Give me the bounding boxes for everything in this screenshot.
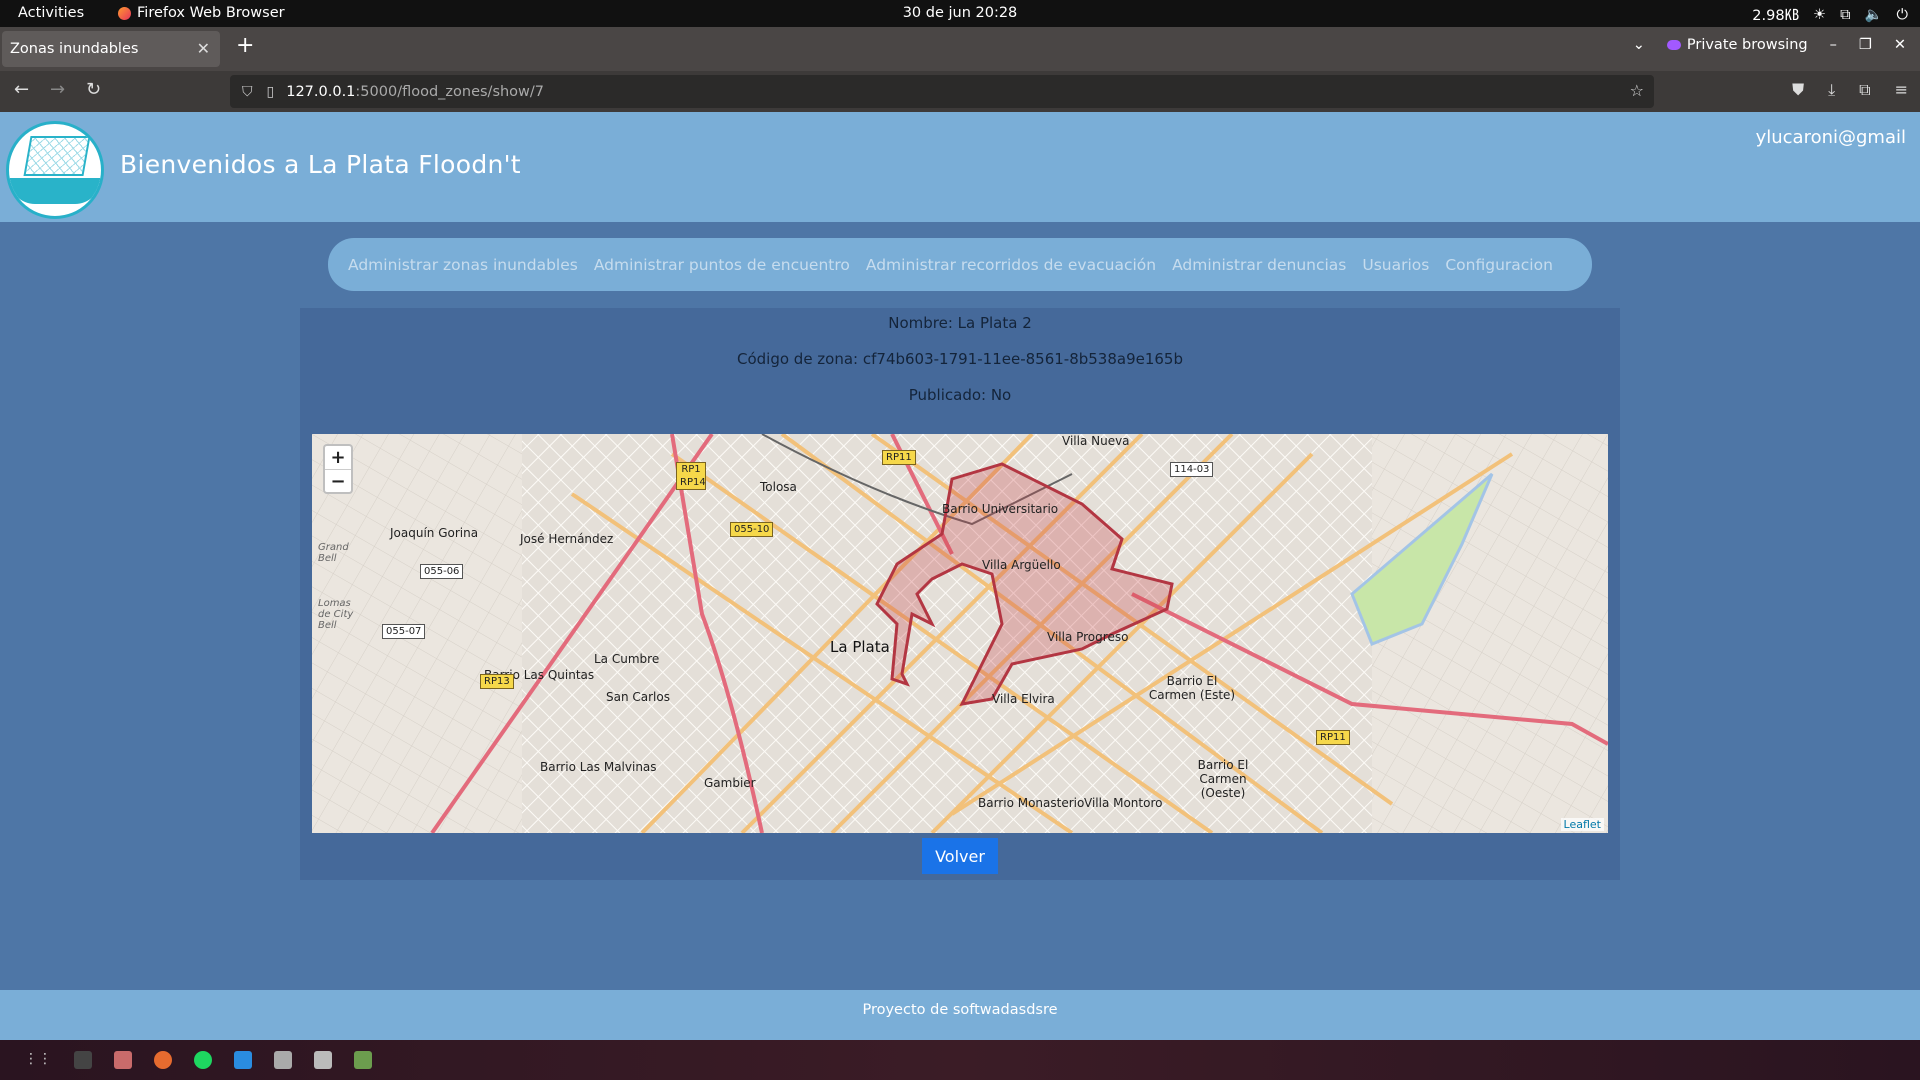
pocket-icon[interactable]: ⛊ [1792, 80, 1804, 100]
volume-icon: 🔈 [1864, 7, 1883, 23]
menu-item-configuracion[interactable]: Configuracion [1445, 256, 1553, 274]
road-shield: 114-03 [1170, 462, 1214, 477]
site-footer: Proyecto de softwadasdsre [0, 990, 1920, 1040]
spotify-icon[interactable] [194, 1051, 212, 1069]
zone-published: Publicado: No [908, 386, 1012, 404]
private-mask-icon [1666, 40, 1681, 50]
leaflet-attribution[interactable]: Leaflet [1560, 818, 1604, 831]
system-tray[interactable]: 2.98㎅ ☀ ⧉ 🔈 ⏻ [1752, 4, 1908, 25]
map-label: Tolosa [760, 480, 797, 494]
road-shield: 055-07 [382, 624, 426, 639]
map-label: Villa Elvira [992, 692, 1055, 706]
map-label: Barrio Monasterio [978, 796, 1085, 810]
road-shield: 055-06 [420, 564, 464, 579]
site-header: Bienvenidos a La Plata Floodn't ylucaron… [0, 112, 1920, 222]
zoom-control: + − [323, 444, 353, 494]
volver-button[interactable]: Volver [922, 838, 998, 874]
restore-icon[interactable]: ❐ [1859, 37, 1872, 53]
navigation-toolbar: ← → ↻ ⛉ ▯ 127.0.0.1 :5000/flood_zones/sh… [0, 71, 1920, 112]
map-label: Villa Argüello [982, 558, 1061, 572]
zone-detail-card: Nombre: La Plata 2 Código de zona: cf74b… [300, 308, 1620, 880]
tab-strip: Zonas inundables ✕ + ⌄ Private browsing … [0, 27, 1920, 71]
new-tab-button[interactable]: + [236, 33, 254, 58]
menu-item-usuarios[interactable]: Usuarios [1362, 256, 1429, 274]
menu-item-recorridos-evacuacion[interactable]: Administrar recorridos de evacuación [866, 256, 1156, 274]
flood-zone-map[interactable]: + − Villa Nueva Tolosa Joaquín Gorina Jo… [312, 434, 1608, 833]
private-browsing-indicator: Private browsing [1666, 37, 1808, 53]
extensions-icon[interactable]: ⧉ [1859, 80, 1870, 100]
zone-code: Código de zona: cf74b603-1791-11ee-8561-… [736, 350, 1183, 368]
road-shield: RP13 [480, 674, 514, 689]
url-bar[interactable]: ⛉ ▯ 127.0.0.1 :5000/flood_zones/show/7 ☆ [230, 75, 1654, 108]
tab-title: Zonas inundables [10, 41, 139, 57]
minimize-icon[interactable]: – [1830, 37, 1837, 53]
map-label: Barrio Universitario [942, 502, 1059, 516]
map-label: San Carlos [606, 690, 670, 704]
page-content: Bienvenidos a La Plata Floodn't ylucaron… [0, 112, 1920, 1040]
map-label: Barrio Las Malvinas [540, 760, 657, 774]
firefox-taskbar-icon[interactable] [154, 1051, 172, 1069]
map-label: Barrio El Carmen (Oeste) [1197, 758, 1249, 800]
back-arrow-icon[interactable]: ← [14, 79, 29, 100]
list-all-tabs-icon[interactable]: ⌄ [1633, 37, 1645, 53]
map-label: Joaquín Gorina [390, 526, 479, 540]
road-shield: RP11 [1316, 730, 1350, 745]
clock[interactable]: 30 de jun 20:28 [0, 5, 1920, 21]
app-icon[interactable] [314, 1051, 332, 1069]
trash-icon[interactable] [354, 1051, 372, 1069]
power-icon: ⏻ [1896, 6, 1908, 23]
downloads-icon[interactable]: ⤓ [1828, 80, 1835, 100]
shield-icon[interactable]: ⛉ [242, 84, 253, 100]
reload-icon[interactable]: ↻ [86, 79, 101, 100]
wave-icon [9, 178, 101, 204]
map-label: Barrio El Carmen (Este) [1148, 674, 1236, 702]
zone-name: Nombre: La Plata 2 [888, 314, 1032, 332]
road-shield: RP11 [882, 450, 916, 465]
map-label: Grand Bell [318, 542, 349, 564]
site-title: Bienvenidos a La Plata Floodn't [120, 150, 521, 179]
map-label: José Hernández [520, 532, 614, 546]
zoom-in-button[interactable]: + [325, 446, 351, 469]
map-label: La Cumbre [594, 652, 660, 666]
tab-zonas-inundables[interactable]: Zonas inundables ✕ [2, 31, 220, 67]
app-icon[interactable] [274, 1051, 292, 1069]
menu-item-denuncias[interactable]: Administrar denuncias [1172, 256, 1346, 274]
close-tab-icon[interactable]: ✕ [197, 39, 210, 58]
map-label: Villa Montoro [1084, 796, 1163, 810]
map-label: Gambier [704, 776, 756, 790]
map-label: Lomas de City Bell [318, 598, 354, 631]
site-logo[interactable] [6, 121, 104, 219]
map-tiles [312, 434, 1608, 833]
forward-arrow-icon[interactable]: → [50, 79, 65, 100]
private-label: Private browsing [1686, 37, 1808, 53]
taskbar: ⋮⋮ [0, 1040, 1920, 1080]
close-window-icon[interactable]: ✕ [1894, 37, 1906, 53]
map-label: Villa Nueva [1062, 434, 1130, 448]
url-host: 127.0.0.1 [286, 83, 356, 100]
map-label: La Plata [830, 638, 890, 656]
road-shield: 055-10 [730, 522, 774, 537]
page-info-icon[interactable]: ▯ [267, 84, 275, 100]
brightness-icon: ☀ [1813, 6, 1827, 23]
system-top-bar: Activities Firefox Web Browser 30 de jun… [0, 0, 1920, 27]
admin-menu: Administrar zonas inundables Administrar… [328, 238, 1592, 291]
road-shield: RP1 RP14 [676, 462, 706, 490]
bookmark-star-icon[interactable]: ☆ [1630, 81, 1644, 100]
zoom-out-button[interactable]: − [325, 469, 351, 492]
hamburger-menu-icon[interactable]: ≡ [1895, 80, 1908, 100]
vscode-icon[interactable] [234, 1051, 252, 1069]
url-path: :5000/flood_zones/show/7 [355, 83, 545, 100]
menu-item-puntos-encuentro[interactable]: Administrar puntos de encuentro [594, 256, 850, 274]
menu-item-zonas-inundables[interactable]: Administrar zonas inundables [348, 256, 578, 274]
terminal-icon[interactable] [74, 1051, 92, 1069]
tab-strip-right: ⌄ Private browsing – ❐ ✕ [1633, 37, 1906, 53]
files-icon[interactable] [114, 1051, 132, 1069]
net-icon [23, 136, 91, 176]
app-grid-icon[interactable]: ⋮⋮ [24, 1051, 52, 1069]
network-icon: ⧉ [1840, 6, 1851, 23]
network-speed: 2.98㎅ [1752, 8, 1800, 24]
toolbar-right: ⛊ ⤓ ⧉ ≡ [1792, 80, 1908, 100]
map-label: Villa Progreso [1047, 630, 1129, 644]
user-email[interactable]: ylucaroni@gmail [1756, 127, 1906, 148]
